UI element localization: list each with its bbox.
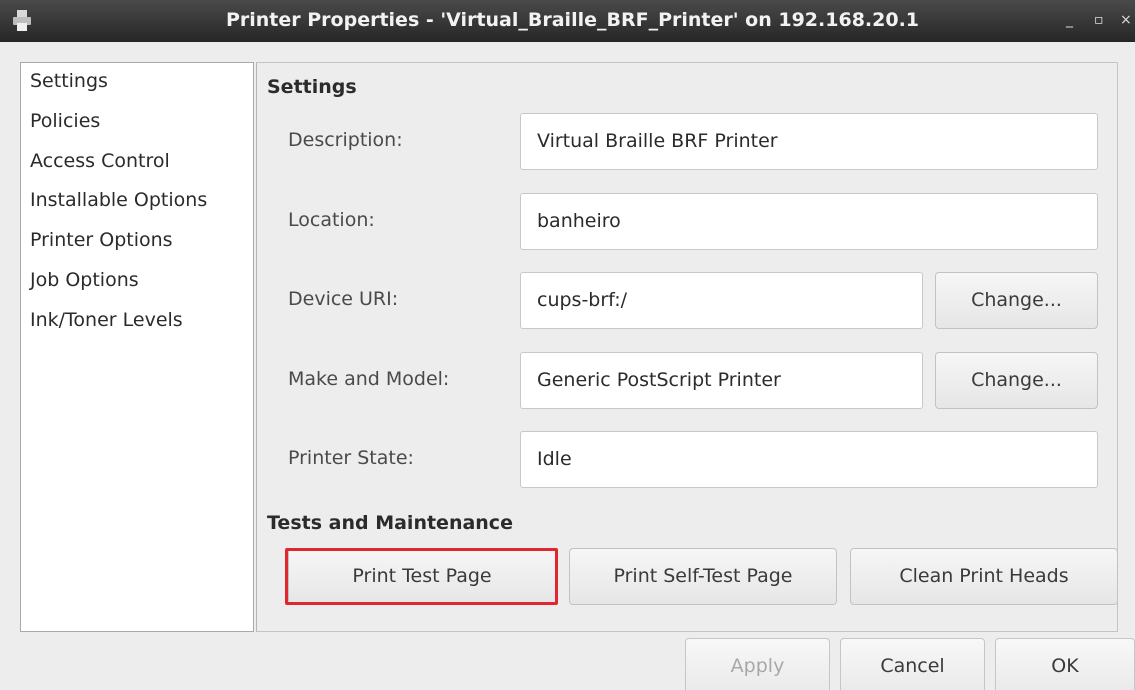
change-device-uri-button[interactable]: Change...: [935, 272, 1098, 329]
change-make-model-button[interactable]: Change...: [935, 352, 1098, 409]
print-self-test-page-button[interactable]: Print Self-Test Page: [569, 548, 837, 605]
sidebar-item-job-options[interactable]: Job Options: [30, 269, 139, 291]
device-uri-field[interactable]: cups-brf:/: [520, 272, 923, 329]
description-field[interactable]: Virtual Braille BRF Printer: [520, 113, 1098, 170]
sidebar-item-settings[interactable]: Settings: [30, 70, 108, 92]
title-bar: Printer Properties - 'Virtual_Braille_BR…: [0, 0, 1135, 42]
sidebar-item-printer-options[interactable]: Printer Options: [30, 229, 173, 251]
print-test-page-button[interactable]: Print Test Page: [288, 548, 556, 605]
sidebar-item-policies[interactable]: Policies: [30, 110, 100, 132]
settings-heading: Settings: [267, 76, 357, 98]
description-label: Description:: [288, 129, 403, 151]
window-title: Printer Properties - 'Virtual_Braille_BR…: [225, 9, 920, 31]
location-label: Location:: [288, 209, 375, 231]
cancel-button[interactable]: Cancel: [840, 638, 985, 690]
maximize-button[interactable]: ▫: [1094, 12, 1104, 28]
clean-print-heads-button[interactable]: Clean Print Heads: [850, 548, 1118, 605]
minimize-button[interactable]: _: [1066, 12, 1073, 28]
location-field[interactable]: banheiro: [520, 193, 1098, 250]
sidebar: Settings Policies Access Control Install…: [20, 62, 254, 632]
close-button[interactable]: ×: [1120, 12, 1132, 28]
sidebar-item-installable-options[interactable]: Installable Options: [30, 189, 207, 211]
sidebar-item-access-control[interactable]: Access Control: [30, 150, 170, 172]
make-model-field[interactable]: Generic PostScript Printer: [520, 352, 923, 409]
device-uri-label: Device URI:: [288, 288, 399, 310]
apply-button[interactable]: Apply: [685, 638, 830, 690]
printer-state-label: Printer State:: [288, 447, 414, 469]
ok-button[interactable]: OK: [995, 638, 1135, 690]
tests-maintenance-heading: Tests and Maintenance: [267, 512, 513, 534]
printer-state-field: Idle: [520, 431, 1098, 488]
make-model-label: Make and Model:: [288, 368, 450, 390]
sidebar-item-ink-toner-levels[interactable]: Ink/Toner Levels: [30, 309, 183, 331]
